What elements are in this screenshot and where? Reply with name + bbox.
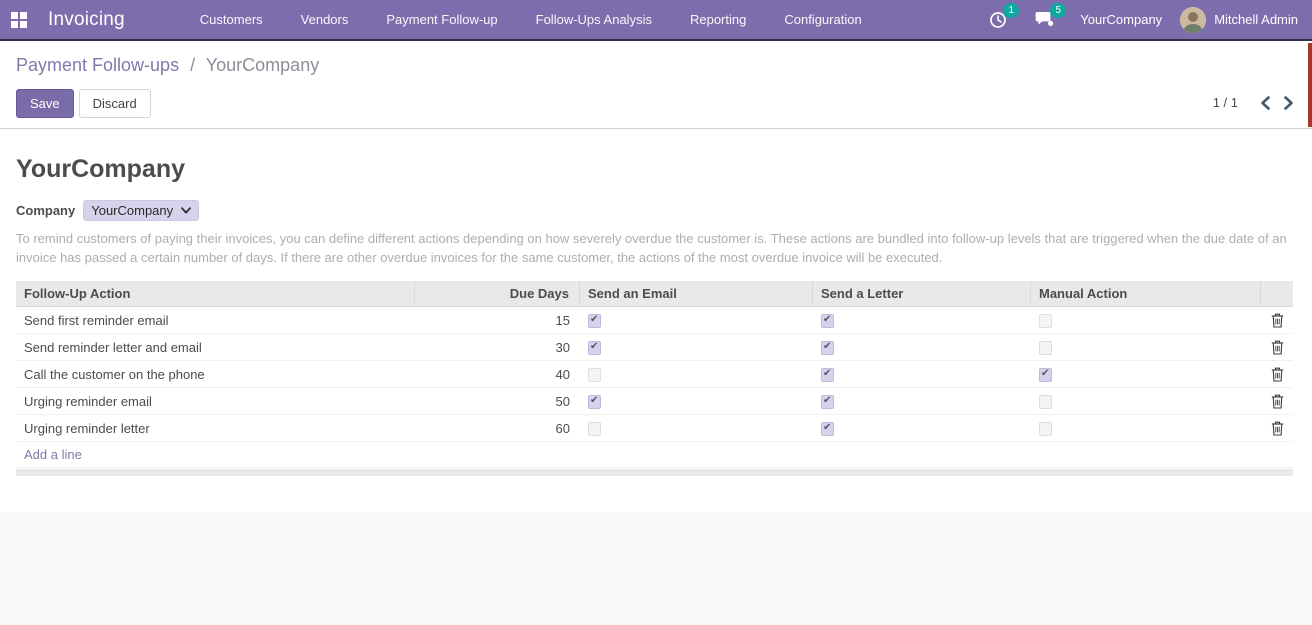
breadcrumb-current: YourCompany — [206, 55, 319, 75]
menu-item-configuration[interactable]: Configuration — [765, 0, 880, 40]
menu-item-vendors[interactable]: Vendors — [282, 0, 368, 40]
send-email-checkbox[interactable] — [588, 422, 601, 436]
add-line-row: Add a line — [16, 442, 1293, 468]
activities-badge: 1 — [1003, 3, 1019, 18]
delete-row-button[interactable] — [1271, 394, 1284, 409]
chevron-right-icon — [1284, 96, 1294, 110]
user-avatar — [1180, 7, 1206, 33]
trash-icon — [1271, 313, 1284, 328]
control-panel: Payment Follow-ups / YourCompany Save Di… — [0, 41, 1312, 129]
table-row: Send first reminder email 15 — [16, 307, 1293, 334]
menu-item-customers[interactable]: Customers — [181, 0, 282, 40]
row-due-days[interactable]: 60 — [415, 421, 580, 436]
send-email-checkbox[interactable] — [588, 314, 601, 328]
table-horizontal-scrollbar[interactable] — [16, 469, 1293, 476]
header-send-an-email[interactable]: Send an Email — [580, 281, 813, 307]
manual-action-checkbox[interactable] — [1039, 422, 1052, 436]
header-follow-up-action[interactable]: Follow-Up Action — [16, 281, 415, 307]
send-letter-checkbox[interactable] — [821, 395, 834, 409]
manual-action-checkbox[interactable] — [1039, 341, 1052, 355]
company-field-label: Company — [16, 203, 75, 218]
row-action[interactable]: Send first reminder email — [16, 313, 415, 328]
row-action[interactable]: Send reminder letter and email — [16, 340, 415, 355]
trash-icon — [1271, 394, 1284, 409]
delete-row-button[interactable] — [1271, 313, 1284, 328]
company-select-value: YourCompany — [91, 203, 173, 218]
pager-previous-button[interactable] — [1260, 96, 1270, 110]
right-edge-red-strip — [1308, 43, 1312, 127]
row-due-days[interactable]: 15 — [415, 313, 580, 328]
row-action[interactable]: Urging reminder email — [16, 394, 415, 409]
user-name: Mitchell Admin — [1214, 12, 1298, 27]
navbar-right: 1 5 YourCompany Mitchell Admin — [975, 7, 1312, 33]
send-letter-checkbox[interactable] — [821, 341, 834, 355]
table-row: Call the customer on the phone 40 — [16, 361, 1293, 388]
send-email-checkbox[interactable] — [588, 395, 601, 409]
row-due-days[interactable]: 30 — [415, 340, 580, 355]
table-row: Send reminder letter and email 30 — [16, 334, 1293, 361]
pager-count: 1 / 1 — [1213, 95, 1238, 110]
save-button[interactable]: Save — [16, 89, 74, 118]
breadcrumb: Payment Follow-ups / YourCompany — [16, 55, 1296, 76]
add-a-line-link[interactable]: Add a line — [16, 447, 90, 462]
delete-row-button[interactable] — [1271, 421, 1284, 436]
follow-up-levels-table: Follow-Up Action Due Days Send an Email … — [16, 281, 1293, 476]
trash-icon — [1271, 340, 1284, 355]
trash-icon — [1271, 421, 1284, 436]
menu-item-reporting[interactable]: Reporting — [671, 0, 765, 40]
header-send-a-letter[interactable]: Send a Letter — [813, 281, 1031, 307]
messages-badge: 5 — [1050, 3, 1066, 18]
menu-item-follow-ups-analysis[interactable]: Follow-Ups Analysis — [517, 0, 671, 40]
user-menu[interactable]: Mitchell Admin — [1180, 7, 1298, 33]
chevron-left-icon — [1260, 96, 1270, 110]
row-action[interactable]: Call the customer on the phone — [16, 367, 415, 382]
table-header-row: Follow-Up Action Due Days Send an Email … — [16, 281, 1293, 307]
manual-action-checkbox[interactable] — [1039, 395, 1052, 409]
row-action[interactable]: Urging reminder letter — [16, 421, 415, 436]
pager: 1 / 1 — [1213, 95, 1294, 110]
row-due-days[interactable]: 50 — [415, 394, 580, 409]
menu-item-payment-follow-up[interactable]: Payment Follow-up — [367, 0, 516, 40]
follow-up-help-text: To remind customers of paying their invo… — [16, 229, 1296, 267]
manual-action-checkbox[interactable] — [1039, 368, 1052, 382]
followup-table-body: Send first reminder email 15 Send remind… — [16, 307, 1293, 442]
trash-icon — [1271, 367, 1284, 382]
delete-row-button[interactable] — [1271, 367, 1284, 382]
manual-action-checkbox[interactable] — [1039, 314, 1052, 328]
delete-row-button[interactable] — [1271, 340, 1284, 355]
top-navbar: Invoicing Customers Vendors Payment Foll… — [0, 0, 1312, 41]
company-select[interactable]: YourCompany — [83, 200, 199, 221]
header-due-days[interactable]: Due Days — [415, 281, 580, 307]
main-menu: Customers Vendors Payment Follow-up Foll… — [181, 0, 881, 40]
send-letter-checkbox[interactable] — [821, 314, 834, 328]
row-due-days[interactable]: 40 — [415, 367, 580, 382]
send-letter-checkbox[interactable] — [821, 368, 834, 382]
chevron-down-icon — [181, 207, 191, 214]
send-email-checkbox[interactable] — [588, 368, 601, 382]
app-brand[interactable]: Invoicing — [48, 9, 125, 31]
header-manual-action[interactable]: Manual Action — [1031, 281, 1261, 307]
pager-next-button[interactable] — [1284, 96, 1294, 110]
table-row: Urging reminder email 50 — [16, 388, 1293, 415]
discard-button[interactable]: Discard — [79, 89, 151, 118]
breadcrumb-separator: / — [184, 55, 201, 75]
table-row: Urging reminder letter 60 — [16, 415, 1293, 442]
messages-menu[interactable]: 5 — [1021, 11, 1068, 28]
apps-menu-grid-icon[interactable] — [11, 12, 27, 28]
page-title: YourCompany — [16, 155, 1296, 184]
send-email-checkbox[interactable] — [588, 341, 601, 355]
page-background-fill — [0, 512, 1312, 625]
activities-menu[interactable]: 1 — [975, 11, 1021, 29]
company-switcher[interactable]: YourCompany — [1068, 12, 1180, 27]
breadcrumb-payment-follow-ups[interactable]: Payment Follow-ups — [16, 55, 179, 75]
form-sheet: YourCompany Company YourCompany To remin… — [0, 129, 1312, 476]
header-delete-column — [1261, 281, 1293, 307]
send-letter-checkbox[interactable] — [821, 422, 834, 436]
